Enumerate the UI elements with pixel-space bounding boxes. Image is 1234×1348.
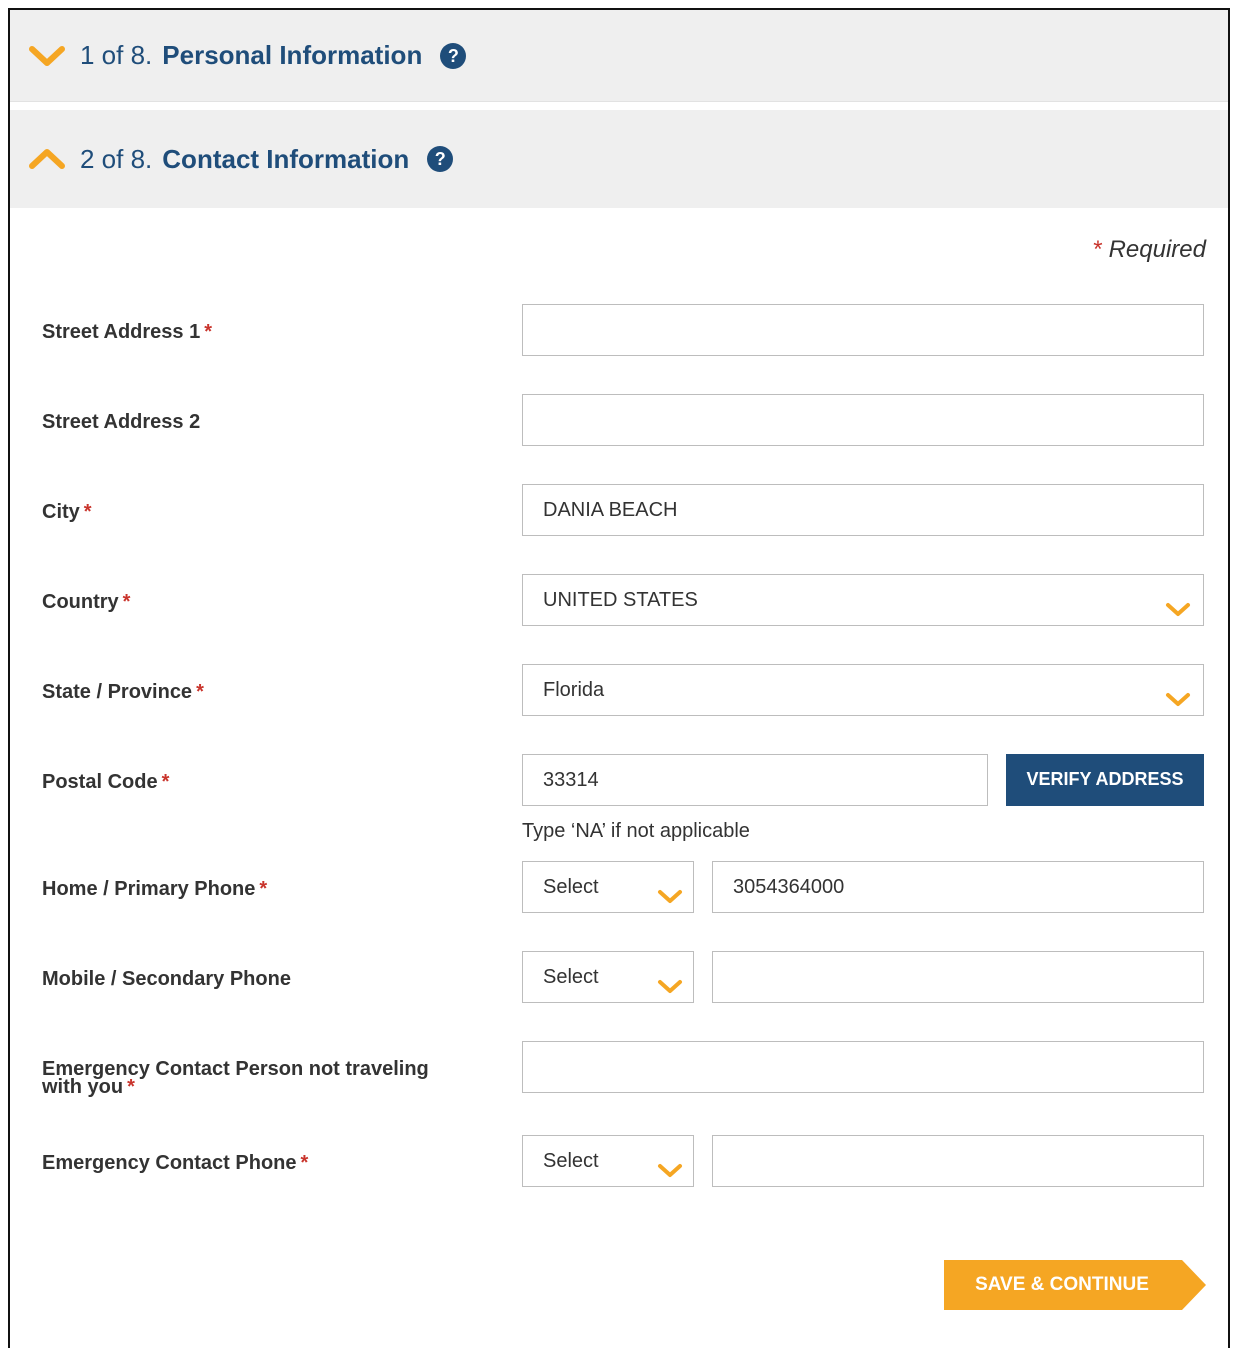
section-header-personal-information[interactable]: 1 of 8. Personal Information ? — [10, 10, 1228, 102]
label-text-line2: with you — [42, 1076, 124, 1098]
chevron-down-icon — [1165, 589, 1191, 639]
save-continue-label: SAVE & CONTINUE — [975, 1274, 1149, 1295]
question-circle-icon[interactable]: ? — [427, 146, 454, 172]
label-text: Postal Code — [42, 771, 158, 793]
city-label: City * — [42, 502, 92, 522]
state-select-value: Florida — [543, 679, 605, 701]
home-phone-input[interactable]: 3054364000 — [712, 861, 1204, 913]
street-address-2-label: Street Address 2 — [42, 412, 200, 432]
state-province-select[interactable]: Florida — [522, 664, 1204, 716]
chevron-down-icon — [657, 966, 683, 1016]
code-select-value: Select — [543, 876, 599, 898]
required-star: * — [161, 771, 170, 793]
state-province-label: State / Province * — [42, 682, 204, 702]
emergency-phone-input[interactable] — [712, 1135, 1204, 1187]
label-text: Street Address 1 — [42, 321, 201, 343]
required-star: * — [127, 1076, 135, 1098]
required-star: * — [83, 501, 92, 523]
code-select-value: Select — [543, 1150, 599, 1172]
city-input[interactable]: DANIA BEACH — [522, 484, 1204, 536]
country-select-value: UNITED STATES — [543, 589, 698, 611]
mobile-phone-input[interactable] — [712, 951, 1204, 1003]
emergency-contact-person-input[interactable] — [522, 1041, 1204, 1093]
label-text: Street Address 2 — [42, 411, 201, 433]
emergency-phone-code-select[interactable]: Select — [522, 1135, 694, 1187]
required-star: * — [196, 681, 204, 703]
required-star: * — [259, 878, 268, 900]
home-phone-label: Home / Primary Phone * — [42, 879, 267, 899]
postal-code-hint: Type ‘NA’ if not applicable — [522, 820, 750, 842]
page-frame: 1 of 8. Personal Information ? 2 of 8. C… — [8, 8, 1230, 1348]
country-label: Country * — [42, 592, 130, 612]
postal-code-label: Postal Code * — [42, 772, 169, 792]
country-select[interactable]: UNITED STATES — [522, 574, 1204, 626]
mobile-phone-label: Mobile / Secondary Phone — [42, 969, 291, 989]
question-circle-icon[interactable]: ? — [440, 42, 467, 69]
section-title: Contact Information — [162, 143, 410, 174]
required-text: Required — [1108, 236, 1206, 263]
street-address-1-label: Street Address 1 * — [42, 322, 212, 342]
required-star: * — [1093, 236, 1103, 263]
label-text: Country — [42, 591, 119, 613]
label-text: Emergency Contact Phone — [42, 1152, 297, 1174]
required-star: * — [300, 1152, 309, 1174]
required-star: * — [122, 591, 131, 613]
label-text: Home / Primary Phone — [42, 878, 256, 900]
emergency-contact-phone-label: Emergency Contact Phone * — [42, 1153, 308, 1173]
code-select-value: Select — [543, 966, 599, 988]
street-address-1-input[interactable] — [522, 304, 1204, 356]
section-step-number: 2 of 8. — [80, 143, 153, 174]
section-step-number: 1 of 8. — [80, 40, 153, 70]
required-note: * Required — [1093, 236, 1206, 264]
chevron-down-icon — [1165, 679, 1191, 729]
street-address-2-input[interactable] — [522, 394, 1204, 446]
postal-code-input[interactable]: 33314 — [522, 754, 988, 806]
emergency-contact-person-label: Emergency Contact Person not traveling w… — [42, 1059, 429, 1098]
chevron-down-icon — [657, 876, 683, 926]
label-text: State / Province — [42, 681, 193, 703]
verify-address-button[interactable]: VERIFY ADDRESS — [1006, 754, 1204, 806]
label-text: Mobile / Secondary Phone — [42, 968, 291, 990]
mobile-phone-code-select[interactable]: Select — [522, 951, 694, 1003]
chevron-up-icon — [28, 146, 66, 172]
section-header-contact-information[interactable]: 2 of 8. Contact Information ? — [10, 110, 1228, 208]
save-continue-button[interactable]: SAVE & CONTINUE — [944, 1260, 1206, 1310]
chevron-down-icon — [28, 43, 66, 69]
chevron-down-icon — [657, 1150, 683, 1200]
section-title: Personal Information — [162, 40, 423, 70]
label-text: City — [42, 501, 80, 523]
required-star: * — [204, 321, 213, 343]
home-phone-code-select[interactable]: Select — [522, 861, 694, 913]
